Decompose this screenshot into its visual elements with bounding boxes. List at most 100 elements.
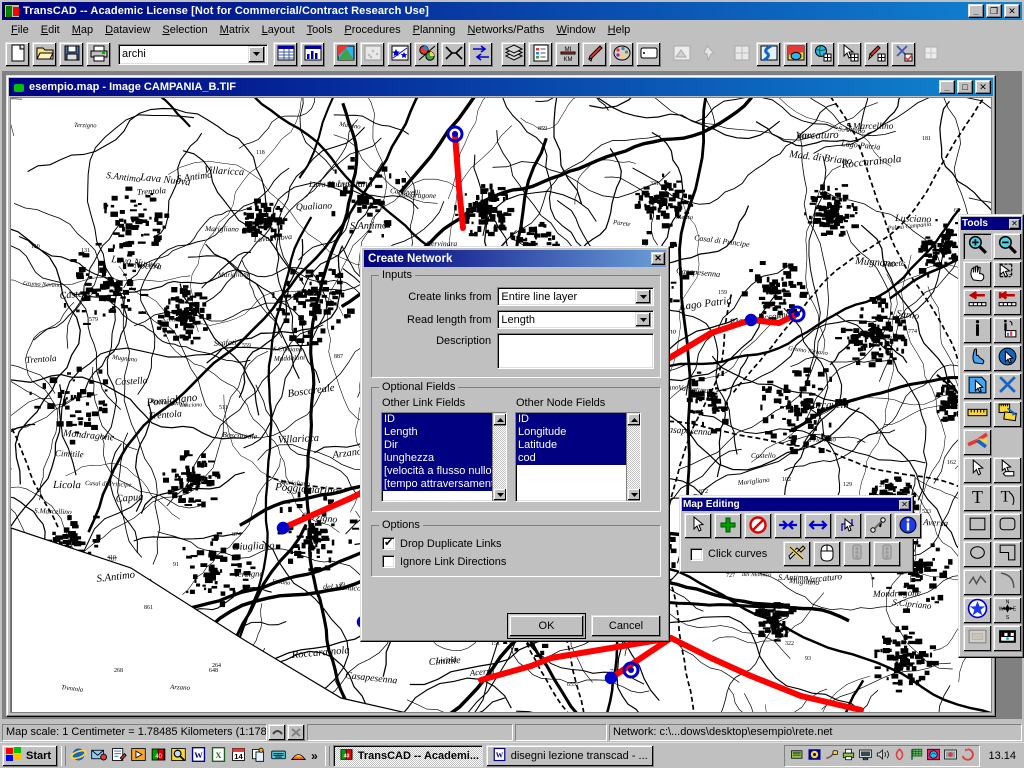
ok-button[interactable]: OK [507, 613, 586, 639]
join-links-button[interactable] [774, 513, 802, 539]
legend-button[interactable] [528, 41, 553, 67]
ellipse-tool-tool[interactable] [962, 540, 992, 568]
tray-flag[interactable] [908, 748, 924, 764]
scatter-plot-button[interactable] [360, 41, 385, 67]
routing-arrows-button[interactable] [468, 41, 493, 67]
dataview-table-button[interactable] [273, 41, 298, 67]
list-item[interactable]: Dir [382, 439, 492, 452]
menu-item-map[interactable]: Map [66, 23, 99, 37]
quick-launch-search[interactable] [169, 747, 187, 765]
clock[interactable]: 13.14 [980, 750, 1022, 762]
chevron-down-icon[interactable] [635, 312, 651, 327]
quick-launch-word[interactable]: W [189, 746, 207, 765]
quick-launch-overflow-button[interactable]: » [307, 749, 322, 763]
close-button[interactable]: ✕ [1004, 4, 1020, 18]
scale-clear-button[interactable] [287, 723, 305, 741]
other-node-fields-items[interactable]: ID Longitude Latitude cod [516, 413, 626, 501]
tray-plug[interactable] [823, 748, 839, 764]
menu-item-matrix[interactable]: Matrix [214, 23, 256, 37]
select-grid-button[interactable] [837, 41, 862, 67]
save-disk-button[interactable] [59, 41, 84, 67]
link-info-button[interactable] [864, 513, 892, 539]
scroll-down-icon[interactable] [627, 488, 640, 501]
list-item[interactable]: Latitude [516, 439, 626, 452]
cancel-button[interactable]: Cancel [591, 615, 661, 637]
network-button[interactable] [441, 41, 466, 67]
symbol-star-tool[interactable] [962, 596, 992, 624]
highlighter-button[interactable] [582, 41, 607, 67]
check-grid-button[interactable] [891, 41, 916, 67]
zoom-in-tool[interactable] [962, 232, 992, 260]
list-item[interactable]: ID [516, 413, 626, 426]
palette-button[interactable] [609, 41, 634, 67]
chevron-down-icon[interactable] [635, 289, 651, 304]
menu-item-selection[interactable]: Selection [156, 23, 213, 37]
restore-button[interactable]: ❐ [986, 4, 1002, 18]
tray-volume[interactable] [874, 748, 890, 764]
tray-display[interactable] [857, 748, 873, 764]
rounded-rect-tool-tool[interactable] [992, 512, 1022, 540]
arc-tool-tool[interactable] [992, 568, 1022, 596]
mouse-settings-button[interactable] [813, 541, 842, 567]
label-tag-button[interactable] [636, 41, 661, 67]
map-button[interactable] [333, 41, 358, 67]
read-length-from-combo[interactable]: Length [497, 310, 654, 329]
drop-duplicate-links-row[interactable]: Drop Duplicate Links [382, 536, 502, 550]
print-button[interactable] [86, 41, 111, 67]
minimize-button[interactable]: _ [968, 4, 984, 18]
menu-item-layout[interactable]: Layout [256, 23, 301, 37]
rectangle-tool-tool[interactable] [962, 512, 992, 540]
arrow-select-tool[interactable] [962, 456, 992, 484]
menu-item-help[interactable]: Help [602, 23, 637, 37]
document-minimize-button[interactable]: _ [939, 80, 955, 94]
list-item[interactable]: cod [516, 452, 626, 465]
taskbar-grip[interactable] [61, 745, 67, 766]
pushpin-button[interactable] [696, 41, 721, 67]
menu-item-window[interactable]: Window [550, 23, 601, 37]
north-arrow-tool[interactable]: N SW E [992, 596, 1022, 624]
layer-combo[interactable]: archi [118, 43, 268, 65]
select-marquee-tool[interactable] [992, 260, 1022, 288]
first-scale-tool[interactable] [992, 288, 1022, 316]
terrain-button[interactable] [783, 41, 808, 67]
other-link-fields-listbox[interactable]: ID Length Dir lunghezza [velocità a flusso n… [381, 412, 507, 502]
other-node-fields-listbox[interactable]: ID Longitude Latitude cod [515, 412, 641, 502]
grid-overlay-button[interactable] [729, 41, 754, 67]
open-folder-button[interactable] [32, 41, 57, 67]
menu-item-networks-paths[interactable]: Networks/Paths [461, 23, 550, 37]
menu-item-file[interactable]: File [5, 23, 35, 37]
globe-grid-button[interactable] [810, 41, 835, 67]
quick-launch-internet-explorer[interactable] [69, 747, 87, 765]
quick-launch-files[interactable] [249, 747, 267, 765]
start-button[interactable]: Start [2, 744, 59, 767]
map-editing-close-button[interactable]: ✕ [899, 499, 910, 510]
deselect-tool[interactable] [992, 372, 1022, 400]
menu-item-tools[interactable]: Tools [301, 23, 339, 37]
tray-network-card[interactable] [789, 748, 805, 764]
tray-modem-signal[interactable] [806, 748, 822, 764]
document-close-button[interactable]: ✕ [975, 80, 991, 94]
menu-item-procedures[interactable]: Procedures [338, 23, 406, 37]
create-links-from-combo[interactable]: Entire line layer [497, 287, 654, 306]
tray-antivirus[interactable] [891, 747, 907, 764]
click-curves-checkbox-wrap[interactable]: Click curves [690, 547, 767, 561]
quick-launch-calendar[interactable]: 14 [229, 747, 247, 765]
taskbar-grip-2[interactable] [324, 745, 330, 766]
geographic-analysis-button[interactable] [669, 41, 694, 67]
list-item[interactable]: [tempo attraversamento] [382, 478, 492, 491]
bandwidth-tool[interactable] [962, 428, 992, 456]
arrow-label-tool[interactable] [992, 456, 1022, 484]
edit-pointer-button[interactable] [684, 513, 712, 539]
previous-scale-tool[interactable] [962, 288, 992, 316]
list-item[interactable]: ID [382, 413, 492, 426]
pie-overlay-button[interactable] [414, 41, 439, 67]
drop-duplicate-links-checkbox[interactable] [382, 536, 395, 550]
measure-ruler-tool[interactable] [962, 400, 992, 428]
menu-item-edit[interactable]: Edit [35, 23, 66, 37]
split-link-button[interactable] [804, 513, 832, 539]
dialog-close-button[interactable]: ✕ [651, 252, 665, 265]
scale-lock-button[interactable] [268, 723, 286, 741]
ignore-link-directions-row[interactable]: Ignore Link Directions [382, 555, 506, 568]
polygon-tool-tool[interactable] [992, 540, 1022, 568]
polyline-tool-tool[interactable] [962, 568, 992, 596]
